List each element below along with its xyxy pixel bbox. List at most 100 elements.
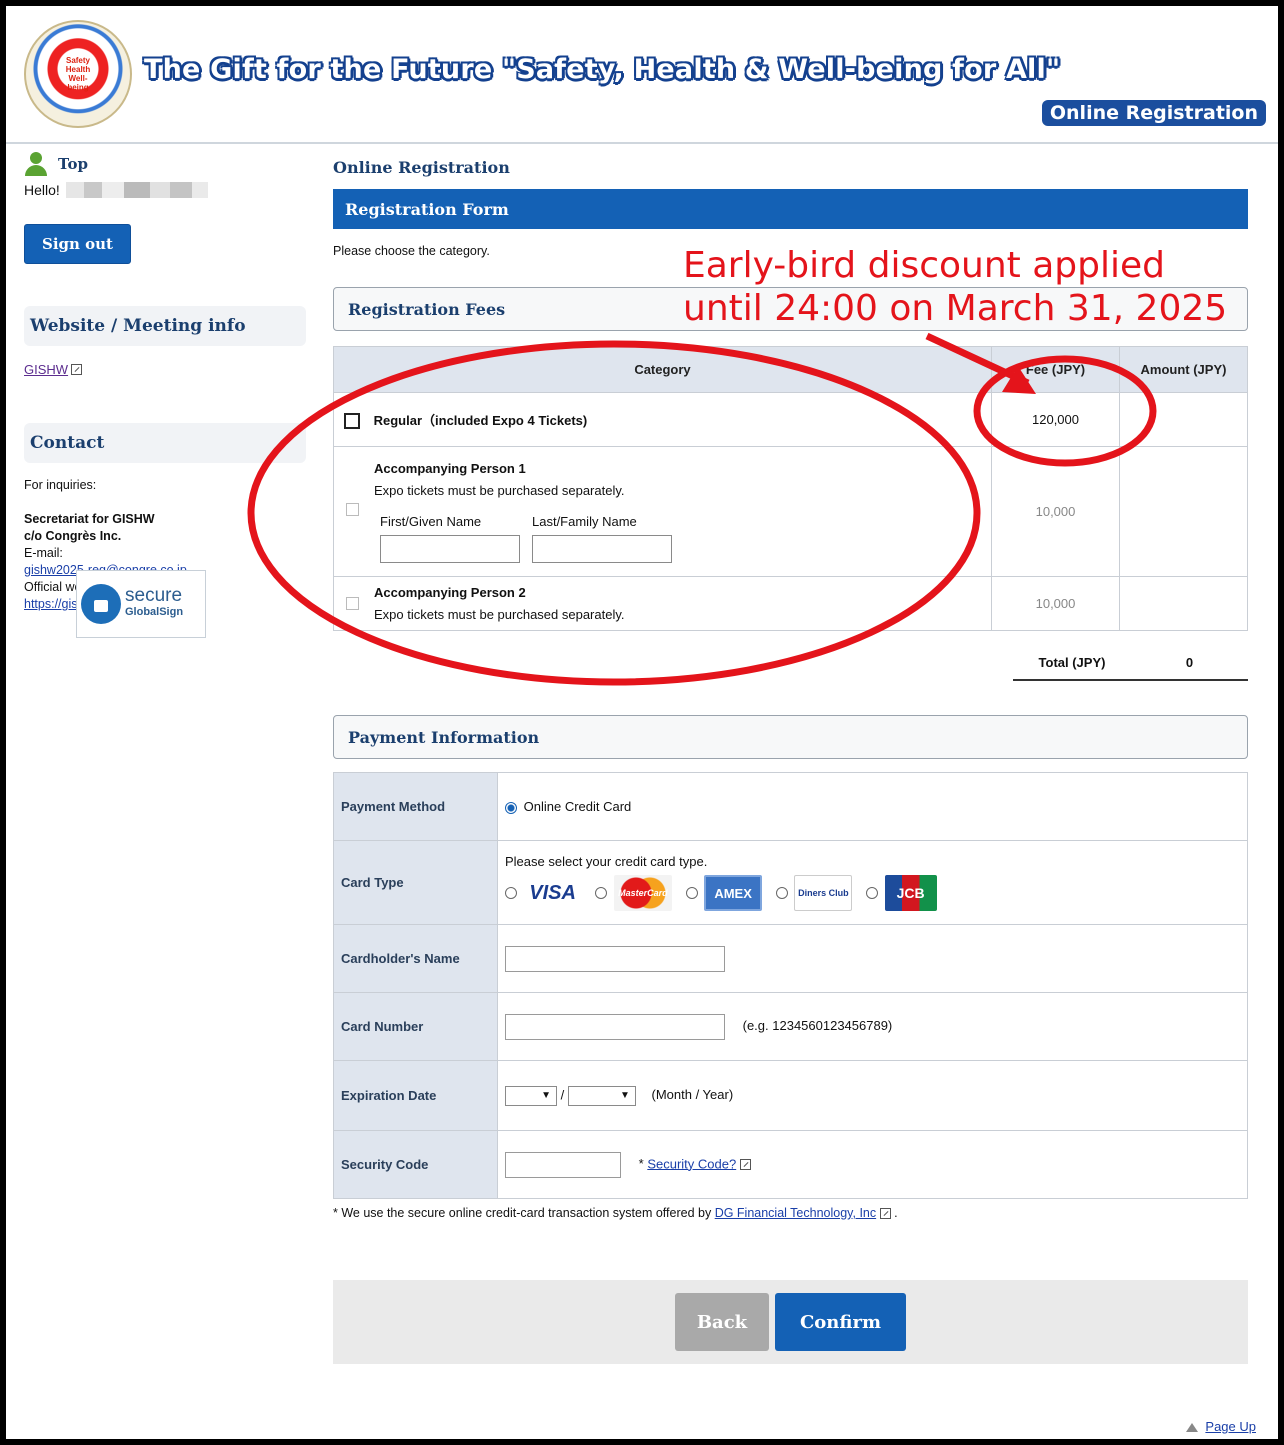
gishw-link[interactable]: GISHW — [24, 362, 83, 377]
payment-method-label: Payment Method — [333, 772, 498, 841]
greeting: Hello! — [24, 182, 306, 198]
cardholder-label: Cardholder's Name — [333, 924, 498, 993]
diners-radio[interactable] — [775, 887, 788, 899]
amex-logo[interactable]: AMEX — [704, 875, 763, 911]
online-credit-card-label: Online Credit Card — [523, 799, 632, 814]
sidebar: Top Hello! Sign out Website / Meeting in… — [24, 152, 306, 613]
site-header: Safety Health Well-being The Gift for th… — [6, 6, 1278, 144]
cardholder-row: Cardholder's Name — [333, 924, 1248, 993]
top-link[interactable]: Top — [58, 155, 88, 173]
fees-table: Category Fee (JPY) Amount (JPY) Regular（… — [333, 346, 1248, 631]
payment-information-heading: Payment Information — [333, 715, 1248, 759]
visa-radio[interactable] — [505, 887, 517, 899]
sign-out-button[interactable]: Sign out — [24, 224, 131, 264]
logo-text: Safety Health Well-being — [65, 56, 91, 92]
secure-badge-text: secure GlobalSign — [125, 585, 184, 620]
accompanying-2-note: Expo tickets must be purchased separatel… — [374, 607, 625, 622]
accompanying-1-fee: 10,000 — [991, 446, 1120, 577]
regular-checkbox[interactable] — [344, 413, 360, 430]
amex-radio[interactable] — [685, 887, 698, 899]
page-frame: Safety Health Well-being The Gift for th… — [0, 0, 1284, 1445]
hello-label: Hello! — [24, 182, 60, 198]
accompanying-1-label: Accompanying Person 1 — [374, 460, 526, 476]
payment-method-cell: Online Credit Card — [497, 772, 1248, 841]
card-number-cell: (e.g. 1234560123456789) — [497, 992, 1248, 1061]
cardholder-name-input[interactable] — [505, 945, 725, 972]
confirm-button[interactable]: Confirm — [775, 1293, 906, 1351]
email-label: E-mail: — [24, 546, 63, 560]
cardholder-cell — [497, 924, 1248, 993]
expiration-cell: ▼ / ▼ (Month / Year) — [497, 1060, 1248, 1131]
card-number-hint: (e.g. 1234560123456789) — [742, 1017, 893, 1033]
expiration-hint: (Month / Year) — [651, 1086, 734, 1102]
accompanying-2-fee: 10,000 — [991, 576, 1120, 631]
security-code-label: Security Code — [333, 1130, 498, 1199]
fees-header-row: Category Fee (JPY) Amount (JPY) — [333, 346, 1248, 393]
accompanying-1-label-cell: Accompanying Person 1 Expo tickets must … — [333, 446, 992, 577]
sidebar-top-row: Top — [24, 152, 306, 176]
first-name-input[interactable] — [380, 534, 520, 563]
accompanying-2-checkbox[interactable] — [346, 597, 359, 610]
chevron-down-icon: ▼ — [619, 1090, 630, 1101]
visa-logo[interactable]: VISA — [523, 875, 582, 911]
mastercard-logo[interactable]: MasterCard — [613, 875, 672, 911]
contact-heading: Contact — [24, 423, 306, 463]
fee-row-regular: Regular（included Expo 4 Tickets) 120,000 — [333, 392, 1248, 447]
name-labels-row: First/Given Name Last/Family Name — [346, 514, 990, 529]
online-credit-card-radio[interactable] — [505, 801, 517, 814]
accompanying-1-amount — [1119, 446, 1248, 577]
secure-badge-brand: GlobalSign — [125, 606, 184, 618]
gishw-link-label: GISHW — [24, 362, 69, 377]
annotation-line-1: Early-bird discount applied — [683, 245, 1165, 286]
chevron-down-icon: ▼ — [541, 1090, 551, 1101]
last-name-label: Last/Family Name — [532, 513, 637, 529]
redacted-user-name — [65, 182, 208, 198]
expiration-row: Expiration Date ▼ / ▼ (Month / Year) — [333, 1060, 1248, 1131]
security-code-cell: * Security Code? — [497, 1130, 1248, 1199]
diners-logo[interactable]: Diners Club — [794, 875, 853, 911]
contact-intro: For inquiries: — [24, 478, 97, 492]
main-content: Online Registration Registration Form Pl… — [333, 152, 1248, 1364]
ssl-secure-badge[interactable]: secure GlobalSign — [76, 570, 206, 638]
expiration-month-select[interactable]: ▼ — [505, 1085, 557, 1106]
footnote-text: * We use the secure online credit-card t… — [333, 1206, 712, 1220]
security-code-help-link[interactable]: Security Code? — [647, 1156, 736, 1171]
fee-row-accompanying-1: Accompanying Person 1 Expo tickets must … — [333, 446, 1248, 577]
jcb-logo[interactable]: JCB — [884, 875, 937, 911]
page-up-link[interactable]: Page Up — [1205, 1419, 1256, 1434]
accompanying-2-label: Accompanying Person 2 — [374, 585, 526, 600]
security-code-row: Security Code * Security Code? — [333, 1130, 1248, 1199]
card-number-row: Card Number (e.g. 1234560123456789) — [333, 992, 1248, 1061]
col-fee: Fee (JPY) — [991, 346, 1120, 393]
triangle-up-icon — [1185, 1423, 1198, 1433]
last-name-input[interactable] — [532, 534, 672, 563]
mastercard-radio[interactable] — [595, 887, 608, 899]
card-type-label: Card Type — [333, 840, 498, 925]
back-button[interactable]: Back — [675, 1293, 769, 1351]
payment-method-row: Payment Method Online Credit Card — [333, 772, 1248, 841]
card-number-label: Card Number — [333, 992, 498, 1061]
card-type-row: Card Type Please select your credit card… — [333, 840, 1248, 925]
early-bird-annotation: Early-bird discount applied until 24:00 … — [683, 244, 1227, 330]
expiration-year-select[interactable]: ▼ — [567, 1085, 636, 1106]
total-label: Total (JPY) — [1038, 654, 1106, 670]
form-actions: Back Confirm — [333, 1280, 1248, 1364]
dg-financial-link[interactable]: DG Financial Technology, Inc — [715, 1206, 876, 1220]
card-options: VISA MasterCard AMEX Diners Club JCB — [505, 875, 1246, 911]
total-value: 0 — [1185, 654, 1194, 670]
footnote: * We use the secure online credit-card t… — [333, 1206, 898, 1220]
accompanying-1-checkbox[interactable] — [346, 503, 359, 516]
card-type-cell: Please select your credit card type. VIS… — [497, 840, 1248, 925]
site-title: The Gift for the Future "Safety, Health … — [144, 54, 1061, 85]
total-row: Total (JPY) 0 — [1013, 645, 1248, 681]
card-number-input[interactable] — [505, 1013, 725, 1040]
external-link-icon — [879, 1208, 891, 1220]
security-code-input[interactable] — [505, 1151, 621, 1178]
person-icon — [24, 152, 48, 176]
annotation-line-2: until 24:00 on March 31, 2025 — [683, 288, 1228, 329]
fee-row-regular-label-cell: Regular（included Expo 4 Tickets) — [333, 392, 992, 447]
regular-amount — [1119, 392, 1248, 447]
secure-badge-title: secure — [125, 585, 183, 606]
contact-org-line-2: c/o Congrès Inc. — [24, 529, 122, 543]
jcb-radio[interactable] — [866, 887, 878, 899]
